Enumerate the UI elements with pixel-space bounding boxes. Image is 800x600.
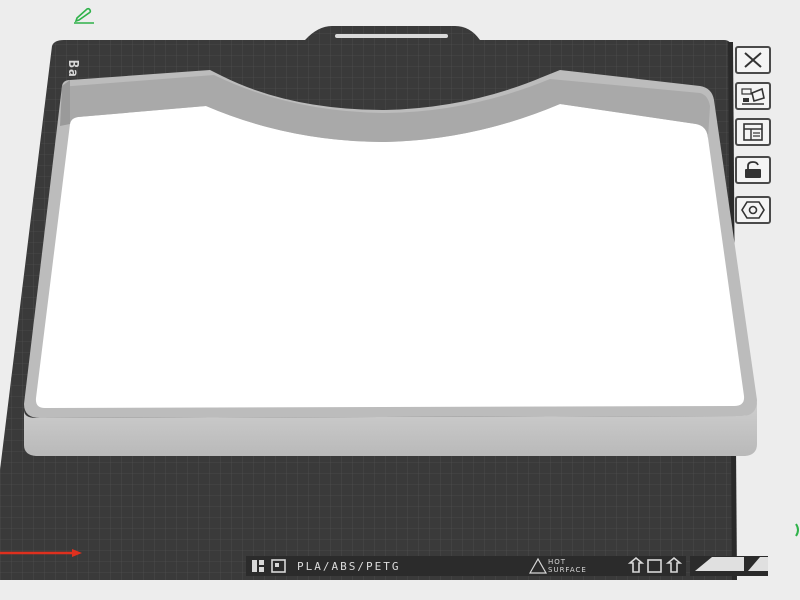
plate-material-label: PLA/ABS/PETG <box>297 560 401 573</box>
plate-settings-icon <box>740 200 766 220</box>
hot-label-line-2: SURFACE <box>548 566 587 574</box>
lock-plate-button[interactable] <box>735 156 771 184</box>
edit-pen-icon[interactable] <box>72 6 96 24</box>
y-axis-marker <box>795 523 799 537</box>
arrange-icon <box>742 122 764 142</box>
plate-handle-slot <box>335 34 448 38</box>
lock-icon <box>742 160 764 180</box>
plate-name-tag: Ba <box>65 60 80 78</box>
plate-settings-button[interactable] <box>735 196 771 224</box>
hot-label-line-1: HOT <box>548 558 567 566</box>
auto-orient-button[interactable] <box>735 82 771 110</box>
hot-surface-label: HOT SURFACE <box>548 558 587 574</box>
auto-orient-icon <box>740 86 766 106</box>
close-plate-button[interactable] <box>735 46 771 74</box>
close-icon <box>742 51 764 69</box>
model-top-face <box>35 104 745 408</box>
arrange-button[interactable] <box>735 118 771 146</box>
build-plate-viewport[interactable] <box>0 0 800 600</box>
